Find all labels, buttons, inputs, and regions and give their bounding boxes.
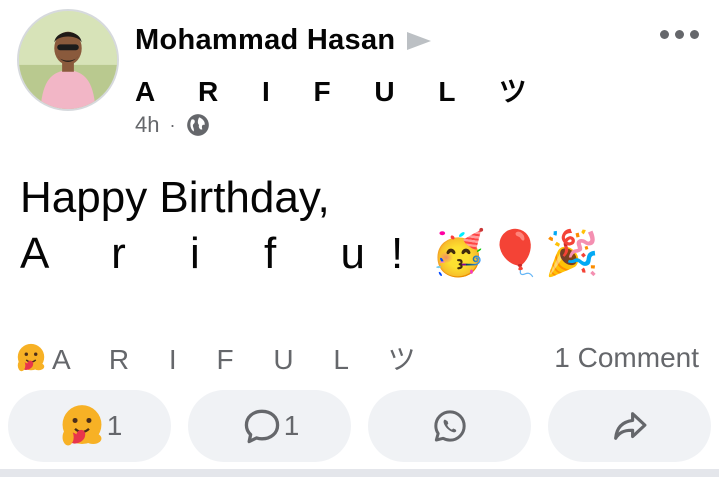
author-avatar[interactable] [17, 9, 119, 111]
author-row: Mohammad Hasan [135, 24, 432, 57]
post-divider [0, 469, 719, 477]
react-count: 1 [106, 410, 123, 441]
more-dot [660, 30, 669, 39]
partying-face-emoji: 🥳 [431, 229, 486, 278]
target-profile-name[interactable]: A R I F U L ツ [135, 70, 545, 110]
comment-button[interactable]: 1 [188, 390, 351, 462]
balloon-emoji: 🎈 [487, 229, 543, 278]
reactors[interactable]: A R I F U L ツ [14, 338, 432, 378]
more-dot [675, 30, 684, 39]
whatsapp-icon [433, 410, 466, 442]
reactor-name: A R I F U L ツ [52, 344, 432, 375]
care-reaction-icon [17, 343, 45, 372]
arrow-right-icon [407, 31, 432, 50]
comment-count: 1 [283, 410, 300, 441]
post-text: Happy Birthday, A r i f u! 🥳 🎈 🎉 [20, 170, 600, 282]
meta-separator: · [169, 114, 176, 135]
care-reaction-icon [62, 405, 102, 446]
share-icon [613, 412, 646, 440]
share-button[interactable] [548, 390, 711, 462]
author-name[interactable]: Mohammad Hasan [135, 24, 395, 57]
reaction-summary: A R I F U L ツ 1 Comment [14, 338, 699, 378]
comment-icon [244, 409, 279, 444]
post-meta: 4h · [135, 112, 211, 138]
action-bar: 1 1 [8, 390, 711, 462]
more-options-icon[interactable] [660, 30, 699, 39]
react-button[interactable]: 1 [8, 390, 171, 462]
comment-count-link[interactable]: 1 Comment [554, 342, 699, 374]
whatsapp-share-button[interactable] [368, 390, 531, 462]
party-popper-emoji: 🎉 [544, 229, 600, 278]
more-dot [690, 30, 699, 39]
post-time[interactable]: 4h [135, 112, 159, 138]
post-text-line2: A r i f u! 🥳 🎈 🎉 [20, 226, 600, 282]
globe-icon [187, 114, 210, 136]
avatar-photo [19, 11, 117, 109]
post-text-line1: Happy Birthday, [20, 173, 330, 222]
post-text-name: A r i f u! [20, 229, 430, 278]
